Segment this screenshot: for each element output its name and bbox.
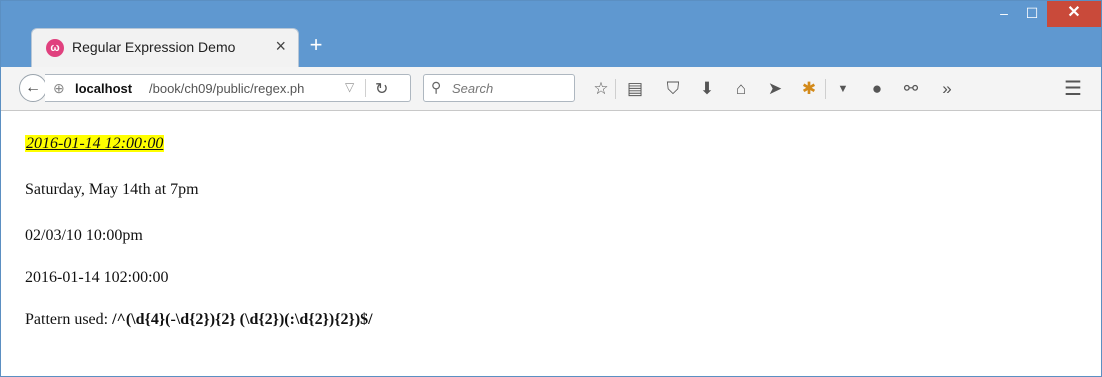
download-icon[interactable]: ⬇ bbox=[695, 77, 719, 101]
highlighted-date-line: 2016-01-14 12:00:00 bbox=[25, 135, 165, 153]
navigation-toolbar: ← ⊕ localhost /book/ch09/public/regex.ph… bbox=[1, 67, 1101, 111]
favicon-icon: ω bbox=[46, 39, 64, 57]
title-bar: ω Regular Expression Demo × + – ☐ ✕ bbox=[1, 1, 1101, 68]
back-arrow-icon[interactable]: ← bbox=[19, 74, 47, 102]
url-dropdown-icon[interactable]: ▽ bbox=[345, 80, 354, 94]
overflow-toggle-icon[interactable]: ⚯ bbox=[899, 77, 923, 101]
tab-close-icon[interactable]: × bbox=[275, 36, 286, 56]
reading-list-icon[interactable]: ▤ bbox=[623, 77, 647, 101]
browser-window: ω Regular Expression Demo × + – ☐ ✕ ← ⊕ … bbox=[0, 0, 1102, 377]
bookmark-star-icon[interactable]: ☆ bbox=[589, 77, 613, 101]
addon-dropdown-icon[interactable]: ▼ bbox=[831, 77, 855, 101]
maximize-button[interactable]: ☐ bbox=[1019, 1, 1045, 27]
date-line-2: Saturday, May 14th at 7pm bbox=[25, 181, 199, 198]
url-host: localhost bbox=[75, 81, 133, 96]
globe-icon: ⊕ bbox=[53, 80, 65, 96]
search-input[interactable]: ⚲ Search bbox=[423, 74, 575, 102]
home-icon[interactable]: ⌂ bbox=[729, 77, 753, 101]
date-line-4: 2016-01-14 102:00:00 bbox=[25, 269, 169, 286]
search-placeholder: Search bbox=[452, 81, 494, 96]
address-bar[interactable]: ⊕ localhost /book/ch09/public/regex.ph ▽… bbox=[45, 74, 411, 102]
pattern-value: /^(\d{4}(-\d{2}){2} (\d{2})(:\d{2}){2})$… bbox=[112, 311, 373, 328]
minimize-button[interactable]: – bbox=[991, 1, 1017, 27]
send-icon[interactable]: ➤ bbox=[763, 77, 787, 101]
url-divider bbox=[365, 79, 366, 97]
close-window-button[interactable]: ✕ bbox=[1047, 1, 1101, 27]
addon-bug-icon[interactable]: ✱ bbox=[797, 77, 821, 101]
toolbar-divider bbox=[825, 79, 826, 99]
new-tab-icon[interactable]: + bbox=[306, 34, 326, 56]
highlighted-date: 2016-01-14 12:00:00 bbox=[25, 135, 165, 152]
tab-title: Regular Expression Demo bbox=[72, 39, 236, 55]
tab-regular-expression-demo[interactable]: ω Regular Expression Demo × bbox=[31, 28, 299, 68]
toolbar-divider bbox=[615, 79, 616, 99]
overflow-chevrons-icon[interactable]: » bbox=[935, 77, 959, 101]
reload-icon[interactable]: ↻ bbox=[375, 79, 388, 99]
hamburger-menu-icon[interactable]: ☰ bbox=[1061, 77, 1085, 101]
chat-icon[interactable]: ● bbox=[865, 77, 889, 101]
pattern-line: Pattern used: /^(\d{4}(-\d{2}){2} (\d{2}… bbox=[25, 311, 373, 329]
magnifier-icon: ⚲ bbox=[431, 79, 442, 95]
date-line-3: 02/03/10 10:00pm bbox=[25, 227, 143, 244]
url-path: /book/ch09/public/regex.ph bbox=[149, 81, 305, 96]
pocket-icon[interactable]: ⛉ bbox=[661, 77, 685, 101]
pattern-label: Pattern used: bbox=[25, 311, 113, 328]
